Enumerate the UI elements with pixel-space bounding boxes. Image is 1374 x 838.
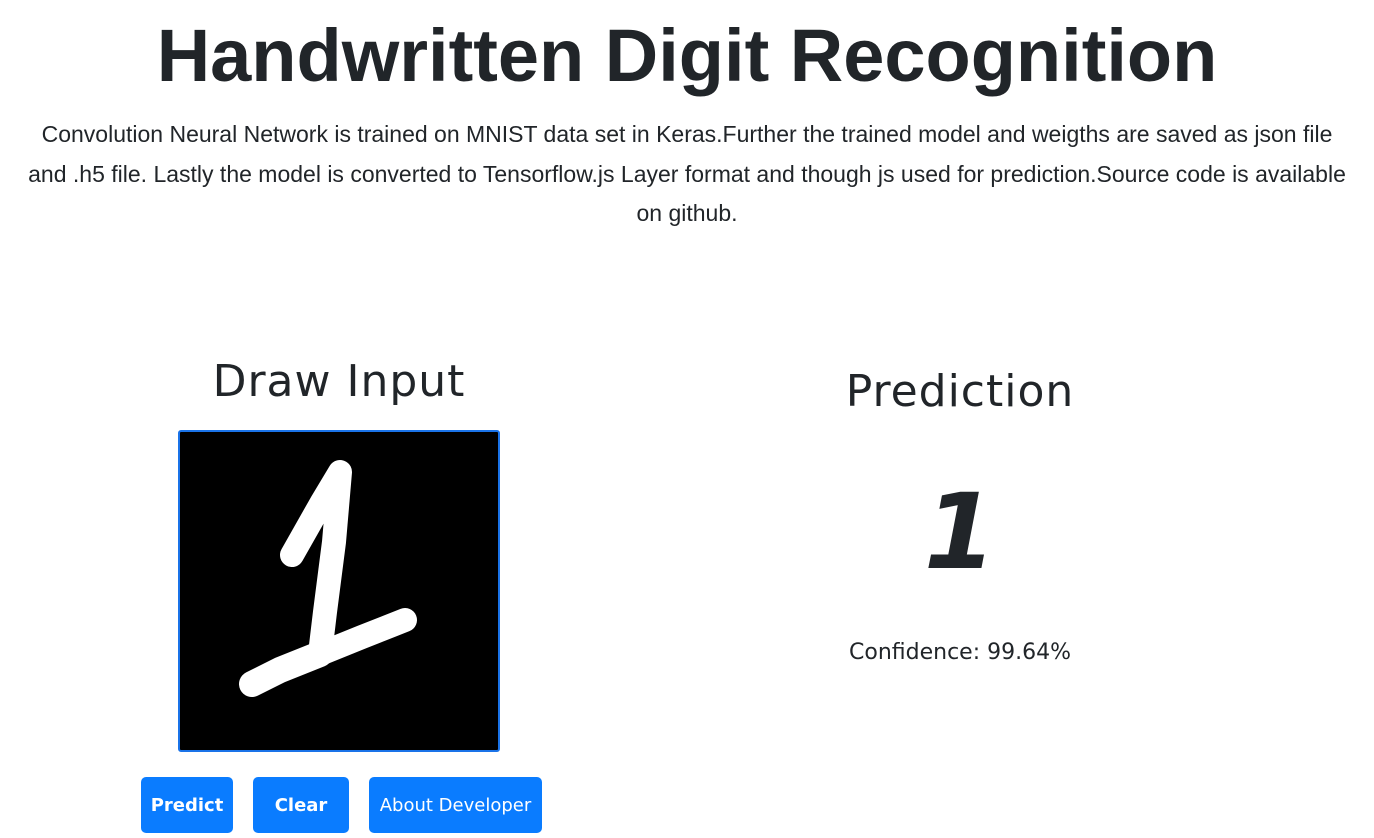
prediction-heading: Prediction <box>845 366 1075 417</box>
drawing-canvas[interactable] <box>178 430 500 752</box>
drawn-digit-stroke <box>239 460 417 697</box>
draw-input-heading: Draw Input <box>212 356 466 407</box>
confidence-value: 99.64% <box>987 640 1071 665</box>
predict-button[interactable]: Predict <box>141 777 233 833</box>
page-title: Handwritten Digit Recognition <box>156 14 1218 97</box>
confidence-label: Confidence: <box>849 640 981 665</box>
page-description: Convolution Neural Network is trained on… <box>28 121 1346 226</box>
about-developer-button[interactable]: About Developer <box>369 777 542 833</box>
predicted-digit: 1 <box>923 471 997 593</box>
clear-button[interactable]: Clear <box>253 777 349 833</box>
page: Handwritten Digit Recognition Convolutio… <box>0 0 1374 838</box>
confidence-text: Confidence: 99.64% <box>760 638 1160 668</box>
